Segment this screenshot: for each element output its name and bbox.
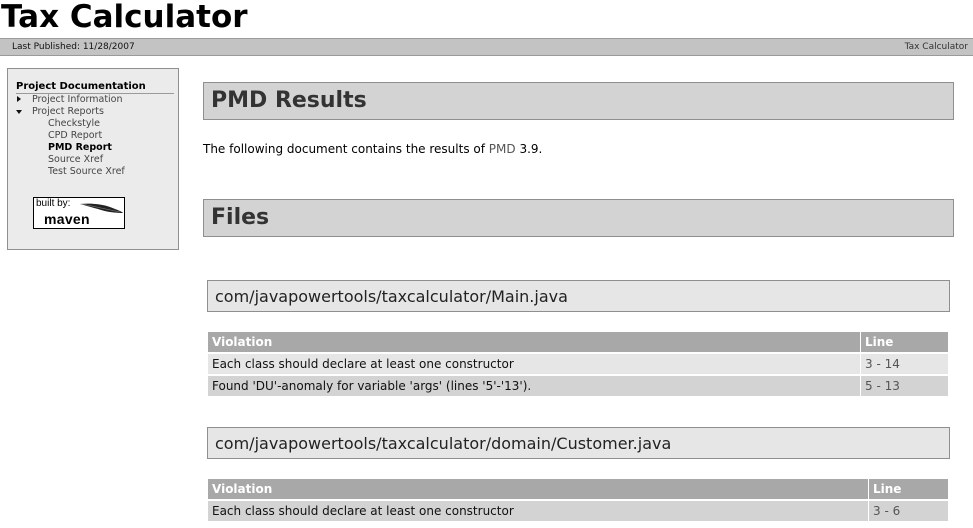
sidebar-item-label: Source Xref xyxy=(48,154,104,165)
section-header-pmd-results: PMD Results xyxy=(203,82,954,120)
sidebar-item-label: PMD Report xyxy=(48,142,112,153)
file-header-main-java: com/javapowertools/taxcalculator/Main.ja… xyxy=(207,280,950,312)
sidebar-heading: Project Documentation xyxy=(16,80,174,94)
violations-table-customer-java: Violation Line Each class should declare… xyxy=(207,477,949,523)
banner: Tax Calculator xyxy=(0,0,973,38)
sidebar-item-checkstyle[interactable]: Checkstyle xyxy=(8,118,178,130)
breadcrumbs-bar: Last Published: 11/28/2007 Tax Calculato… xyxy=(0,38,973,56)
intro-prefix: The following document contains the resu… xyxy=(203,142,489,156)
sidebar: Project Documentation Project Informatio… xyxy=(7,68,179,250)
built-by-maven-badge[interactable]: built by: maven xyxy=(33,197,125,229)
intro-text: The following document contains the resu… xyxy=(203,142,542,156)
violation-cell: Each class should declare at least one c… xyxy=(208,501,868,521)
file-header-customer-java: com/javapowertools/taxcalculator/domain/… xyxy=(207,427,950,459)
files-heading: Files xyxy=(211,205,270,230)
violation-cell: Found 'DU'-anomaly for variable 'args' (… xyxy=(208,376,860,396)
table-row: Each class should declare at least one c… xyxy=(208,501,948,521)
sidebar-item-label: Test Source Xref xyxy=(48,166,125,177)
built-by-label: built by: xyxy=(36,198,71,209)
column-header-line: Line xyxy=(861,332,948,352)
triangle-right-icon xyxy=(17,96,21,102)
table-header-row: Violation Line xyxy=(208,479,948,499)
table-row: Each class should declare at least one c… xyxy=(208,354,948,374)
sidebar-item-label: Checkstyle xyxy=(48,118,101,129)
sidebar-item-label: CPD Report xyxy=(48,130,103,141)
section-header-files: Files xyxy=(203,199,954,237)
sidebar-item-project-reports[interactable]: Project Reports xyxy=(8,106,178,118)
sidebar-item-test-source-xref[interactable]: Test Source Xref xyxy=(8,166,178,178)
sidebar-item-pmd-report: PMD Report xyxy=(8,142,178,154)
column-header-violation: Violation xyxy=(208,479,868,499)
maven-logo-text: maven xyxy=(44,211,90,227)
line-link[interactable]: 5 - 13 xyxy=(861,376,948,396)
line-link[interactable]: 3 - 6 xyxy=(869,501,948,521)
table-row: Found 'DU'-anomaly for variable 'args' (… xyxy=(208,376,948,396)
pmd-link[interactable]: PMD xyxy=(489,142,516,156)
sidebar-item-project-information[interactable]: Project Information xyxy=(8,94,178,106)
triangle-down-icon xyxy=(16,110,22,114)
column-header-line: Line xyxy=(869,479,948,499)
sidebar-item-cpd-report[interactable]: CPD Report xyxy=(8,130,178,142)
intro-suffix: 3.9. xyxy=(515,142,543,156)
sidebar-item-label: Project Information xyxy=(32,94,123,105)
sidebar-menu: Project Information Project Reports Chec… xyxy=(8,94,178,178)
violations-table-main-java: Violation Line Each class should declare… xyxy=(207,330,949,398)
last-published: Last Published: 11/28/2007 xyxy=(12,42,135,52)
file-name: com/javapowertools/taxcalculator/domain/… xyxy=(215,434,672,453)
page-title: PMD Results xyxy=(211,88,367,113)
sidebar-item-source-xref[interactable]: Source Xref xyxy=(8,154,178,166)
column-header-violation: Violation xyxy=(208,332,860,352)
table-header-row: Violation Line xyxy=(208,332,948,352)
violation-cell: Each class should declare at least one c… xyxy=(208,354,860,374)
sidebar-item-label: Project Reports xyxy=(32,106,104,117)
line-link[interactable]: 3 - 14 xyxy=(861,354,948,374)
breadcrumb-link-tax-calculator[interactable]: Tax Calculator xyxy=(905,39,968,55)
site-title: Tax Calculator xyxy=(1,0,248,35)
file-name: com/javapowertools/taxcalculator/Main.ja… xyxy=(215,287,568,306)
